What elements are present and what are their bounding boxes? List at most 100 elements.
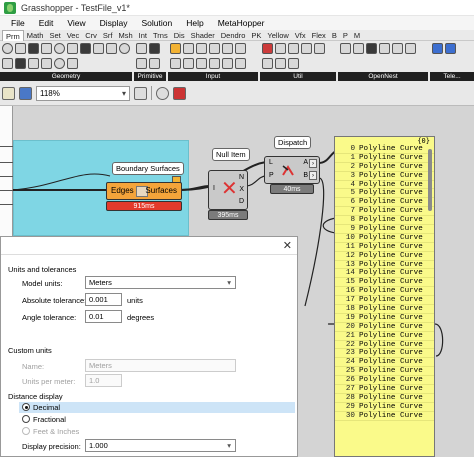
tab-p[interactable]: P [340, 30, 351, 41]
slider-icon[interactable] [183, 43, 194, 54]
angle-tolerance-input[interactable]: 0.01 [85, 310, 122, 323]
tele-send-icon[interactable] [432, 43, 443, 54]
dispatch-output-b[interactable]: B [303, 172, 308, 179]
field-param-icon[interactable] [67, 58, 78, 69]
twisted-box-icon[interactable] [54, 58, 65, 69]
tab-prm[interactable]: Prm [2, 29, 24, 41]
menu-display[interactable]: Display [93, 18, 135, 28]
surfaces-output[interactable]: Surfaces [145, 186, 177, 195]
menu-file[interactable]: File [4, 18, 32, 28]
box-param-icon[interactable] [15, 43, 26, 54]
surface-param-icon[interactable] [106, 43, 117, 54]
arc-param-icon[interactable] [119, 43, 130, 54]
chevron-right-icon[interactable]: › [309, 171, 317, 180]
md-slider-icon[interactable] [222, 58, 233, 69]
context-icon[interactable] [288, 58, 299, 69]
swatch-icon[interactable] [222, 43, 233, 54]
zoom-dropdown[interactable]: 118% ▾ [36, 85, 130, 101]
chevron-right-icon[interactable]: › [309, 159, 317, 168]
custom-name-input[interactable]: Meters [85, 359, 236, 372]
dispatch-input-l[interactable]: L [269, 159, 273, 166]
dispatch-component[interactable]: L P A B › › [264, 156, 320, 184]
clock-icon[interactable] [196, 58, 207, 69]
tab-vfx[interactable]: Vfx [292, 30, 309, 41]
vector-param-icon[interactable] [28, 58, 39, 69]
circle-param-icon[interactable] [2, 43, 13, 54]
nest-sheet-icon[interactable] [392, 43, 403, 54]
dispatch-output-a[interactable]: A [303, 159, 308, 166]
null-item-component[interactable]: I ✕ N X D [208, 170, 248, 210]
boolean-param-icon[interactable] [136, 43, 147, 54]
relay-icon[interactable] [275, 43, 286, 54]
number-param-icon[interactable] [136, 58, 147, 69]
fitness-icon[interactable] [262, 58, 273, 69]
tab-b[interactable]: B [329, 30, 340, 41]
point-param-icon[interactable] [54, 43, 65, 54]
menu-help[interactable]: Help [179, 18, 210, 28]
graph-mapper-icon[interactable] [170, 43, 181, 54]
nest-solver-icon[interactable] [340, 43, 351, 54]
brep-param-icon[interactable] [28, 43, 39, 54]
radio-decimal[interactable] [22, 403, 30, 411]
cluster-icon[interactable] [288, 43, 299, 54]
edges-input[interactable]: Edges [111, 186, 134, 195]
nest-label-icon[interactable] [405, 43, 416, 54]
tab-m[interactable]: M [351, 30, 363, 41]
tab-dis[interactable]: Dis [171, 30, 188, 41]
open-file-icon[interactable] [2, 86, 15, 100]
tele-receive-icon[interactable] [445, 43, 456, 54]
save-file-icon[interactable] [19, 86, 32, 100]
group-param-icon[interactable] [2, 58, 13, 69]
tab-crv[interactable]: Crv [82, 30, 100, 41]
tab-vec[interactable]: Vec [64, 30, 83, 41]
value-list-icon[interactable] [170, 58, 181, 69]
close-icon[interactable]: ✕ [283, 239, 292, 252]
radio-fractional[interactable] [22, 415, 30, 423]
data-dam-icon[interactable] [262, 43, 273, 54]
tab-shader[interactable]: Shader [188, 30, 218, 41]
geometry-param-icon[interactable] [15, 58, 26, 69]
panel-scrollbar[interactable] [428, 149, 432, 211]
absolute-tolerance-input[interactable]: 0.001 [85, 293, 122, 306]
sketch-pen-icon[interactable] [173, 86, 186, 100]
tab-trns[interactable]: Trns [150, 30, 171, 41]
tab-dendro[interactable]: Dendro [218, 30, 249, 41]
tab-yellow[interactable]: Yellow [264, 30, 291, 41]
integer-param-icon[interactable] [149, 43, 160, 54]
tab-flex[interactable]: Flex [309, 30, 329, 41]
zoom-extents-icon[interactable] [134, 86, 147, 100]
menu-edit[interactable]: Edit [32, 18, 61, 28]
tab-int[interactable]: Int [136, 30, 150, 41]
rectangle-param-icon[interactable] [41, 58, 52, 69]
tab-math[interactable]: Math [24, 30, 47, 41]
tab-srf[interactable]: Srf [100, 30, 116, 41]
boundary-surfaces-component[interactable]: Edges Surfaces [106, 182, 182, 200]
dispatch-input-p[interactable]: P [269, 172, 274, 179]
gradient-icon[interactable] [209, 58, 220, 69]
toggle-icon[interactable] [196, 43, 207, 54]
panel-icon[interactable] [209, 43, 220, 54]
null-output-x[interactable]: X [239, 186, 244, 193]
tab-msh[interactable]: Msh [115, 30, 135, 41]
button-icon[interactable] [235, 43, 246, 54]
mesh-param-icon[interactable] [80, 43, 91, 54]
plane-param-icon[interactable] [93, 43, 104, 54]
text-param-icon[interactable] [149, 58, 160, 69]
jump-icon[interactable] [301, 43, 312, 54]
hammer-icon[interactable] [366, 43, 377, 54]
menu-metahopper[interactable]: MetaHopper [211, 18, 272, 28]
model-units-select[interactable]: Meters ▾ [85, 276, 236, 289]
units-per-meter-input[interactable]: 1.0 [85, 374, 122, 387]
tool-icon[interactable] [353, 43, 364, 54]
null-input-i[interactable]: I [213, 185, 215, 192]
curve-param-icon[interactable] [41, 43, 52, 54]
null-output-n[interactable]: N [239, 174, 244, 181]
radio-feet-inches[interactable] [22, 427, 30, 435]
data-panel[interactable]: {0} 0 Polyline Curve 1 Polyline Curve 2 Polyl… [334, 136, 435, 457]
control-knob-icon[interactable] [235, 58, 246, 69]
line-param-icon[interactable] [67, 43, 78, 54]
galapagos-icon[interactable] [275, 58, 286, 69]
scribble-icon[interactable] [314, 43, 325, 54]
null-output-d[interactable]: D [239, 198, 244, 205]
tab-set[interactable]: Set [46, 30, 63, 41]
